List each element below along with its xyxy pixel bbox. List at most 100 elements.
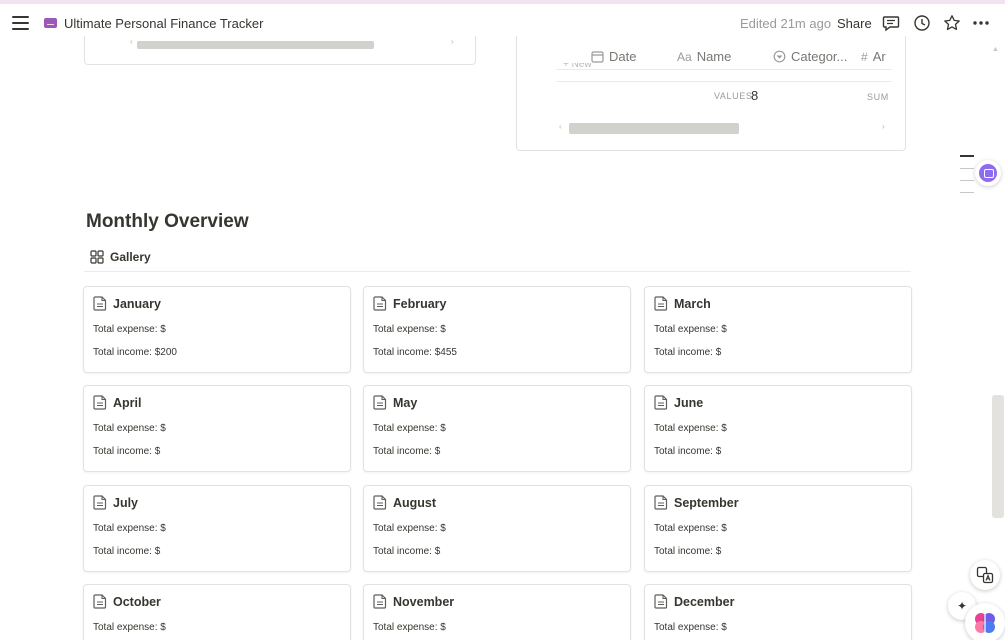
total-expense-property: Total expense: $ xyxy=(654,523,727,534)
view-tab-label: Gallery xyxy=(110,250,151,264)
page-document-icon xyxy=(654,395,668,410)
month-card[interactable]: August Total expense: $ Total income: $ xyxy=(363,485,631,572)
card-title-row: April xyxy=(93,395,141,410)
new-row-button[interactable]: + New xyxy=(563,63,592,69)
total-expense-property: Total expense: $ xyxy=(93,423,166,434)
vertical-scrollbar-thumb[interactable] xyxy=(992,395,1004,518)
comments-icon[interactable] xyxy=(882,14,900,32)
section-heading: Monthly Overview xyxy=(86,211,249,232)
sum-label[interactable]: SUM xyxy=(867,92,889,102)
number-icon: # xyxy=(861,49,868,64)
divider xyxy=(556,69,892,70)
column-header-label: Name xyxy=(696,49,732,64)
column-header-name[interactable]: Aa Name xyxy=(677,49,731,64)
card-title: December xyxy=(674,594,735,609)
select-icon xyxy=(773,50,786,63)
gallery-grid-icon xyxy=(90,250,104,264)
share-button[interactable]: Share xyxy=(837,16,872,31)
linked-view-card: ‹ › xyxy=(84,36,476,65)
outline-dash xyxy=(960,180,974,181)
month-card[interactable]: March Total expense: $ Total income: $ xyxy=(644,286,912,373)
total-income-property: Total income: $200 xyxy=(93,347,177,358)
month-card[interactable]: OctoberTotal expense: $Total income: $ xyxy=(83,584,351,640)
total-income-property: Total income: $ xyxy=(654,347,722,358)
total-income-property: Total income: $ xyxy=(93,446,161,457)
scroll-left-arrow-icon[interactable]: ‹ xyxy=(559,122,562,131)
ai-brain-button[interactable] xyxy=(965,603,1005,640)
card-title: January xyxy=(113,296,161,311)
assistant-extension-button[interactable] xyxy=(975,160,1001,186)
page-document-icon xyxy=(373,296,387,311)
month-card[interactable]: June Total expense: $ Total income: $ xyxy=(644,385,912,472)
total-expense-property: Total expense: $ xyxy=(93,622,166,633)
outline-dash xyxy=(960,168,974,169)
text-icon: Aa xyxy=(677,49,692,64)
month-card[interactable]: September Total expense: $ Total income: $ xyxy=(644,485,912,572)
table-of-contents-outline[interactable] xyxy=(960,155,974,204)
page-document-icon xyxy=(654,296,668,311)
month-card[interactable]: July Total expense: $ Total income: $ xyxy=(83,485,351,572)
total-income-property: Total income: $ xyxy=(373,546,441,557)
edited-timestamp: Edited 21m ago xyxy=(740,16,832,31)
horizontal-scrollbar[interactable] xyxy=(569,123,739,134)
scroll-right-arrow-icon[interactable]: › xyxy=(451,37,454,46)
favorite-star-icon[interactable] xyxy=(943,14,961,32)
card-title: May xyxy=(393,395,418,410)
assistant-face-icon xyxy=(979,164,997,182)
gallery-view-tab[interactable]: Gallery xyxy=(90,248,151,266)
menu-icon-line xyxy=(12,28,29,30)
total-expense-property: Total expense: $ xyxy=(654,423,727,434)
translate-icon xyxy=(976,566,994,584)
card-title-row: January xyxy=(93,296,161,311)
page-document-icon xyxy=(654,594,668,609)
history-clock-icon[interactable] xyxy=(913,14,931,32)
card-title: November xyxy=(393,594,455,609)
sidebar-toggle-button[interactable] xyxy=(12,16,29,30)
month-card[interactable]: NovemberTotal expense: $Total income: $ xyxy=(363,584,631,640)
column-header-category[interactable]: Categor... xyxy=(773,49,847,64)
month-card[interactable]: January Total expense: $ Total income: $20… xyxy=(83,286,351,373)
card-title: April xyxy=(113,395,142,410)
scroll-up-arrow-icon[interactable]: ▲ xyxy=(992,46,999,53)
month-card[interactable]: DecemberTotal expense: $Total income: $ xyxy=(644,584,912,640)
card-title: September xyxy=(674,495,739,510)
month-card[interactable]: February Total expense: $ Total income: $4… xyxy=(363,286,631,373)
month-card[interactable]: May Total expense: $ Total income: $ xyxy=(363,385,631,472)
card-title: June xyxy=(674,395,704,410)
card-title-row: February xyxy=(373,296,447,311)
page-document-icon xyxy=(373,395,387,410)
total-expense-property: Total expense: $ xyxy=(93,324,166,335)
total-expense-property: Total expense: $ xyxy=(373,423,446,434)
total-expense-property: Total expense: $ xyxy=(373,324,446,335)
page-document-icon xyxy=(93,296,107,311)
column-header-date[interactable]: Date xyxy=(591,49,636,64)
breadcrumb-page-title[interactable]: Ultimate Personal Finance Tracker xyxy=(64,16,263,31)
scroll-right-arrow-icon[interactable]: › xyxy=(882,122,885,131)
menu-icon-line xyxy=(12,16,29,18)
total-expense-property: Total expense: $ xyxy=(654,622,727,633)
page-document-icon xyxy=(93,495,107,510)
translate-button[interactable] xyxy=(970,560,1000,590)
card-title: March xyxy=(674,296,711,311)
card-title: October xyxy=(113,594,161,609)
total-income-property: Total income: $ xyxy=(93,546,161,557)
total-income-property: Total income: $ xyxy=(654,546,722,557)
card-title-row: November xyxy=(373,594,454,609)
page-icon xyxy=(44,18,57,28)
calculation-label[interactable]: VALUES xyxy=(714,91,752,101)
scroll-left-arrow-icon[interactable]: ‹ xyxy=(130,37,133,46)
column-header-label: Date xyxy=(609,49,637,64)
column-header-amount[interactable]: # Ar xyxy=(861,49,886,64)
card-title: July xyxy=(113,495,139,510)
more-options-icon[interactable] xyxy=(972,14,990,32)
total-expense-property: Total expense: $ xyxy=(373,523,446,534)
calendar-icon xyxy=(591,51,604,63)
total-expense-property: Total expense: $ xyxy=(654,324,727,335)
card-title: August xyxy=(393,495,437,510)
card-title-row: May xyxy=(373,395,417,410)
horizontal-scrollbar[interactable] xyxy=(137,41,374,49)
transactions-table-card: Date Aa Name Categor... # Ar + New VALUE… xyxy=(516,36,906,151)
card-title-row: September xyxy=(654,495,739,510)
month-card[interactable]: April Total expense: $ Total income: $ xyxy=(83,385,351,472)
page-document-icon xyxy=(373,594,387,609)
